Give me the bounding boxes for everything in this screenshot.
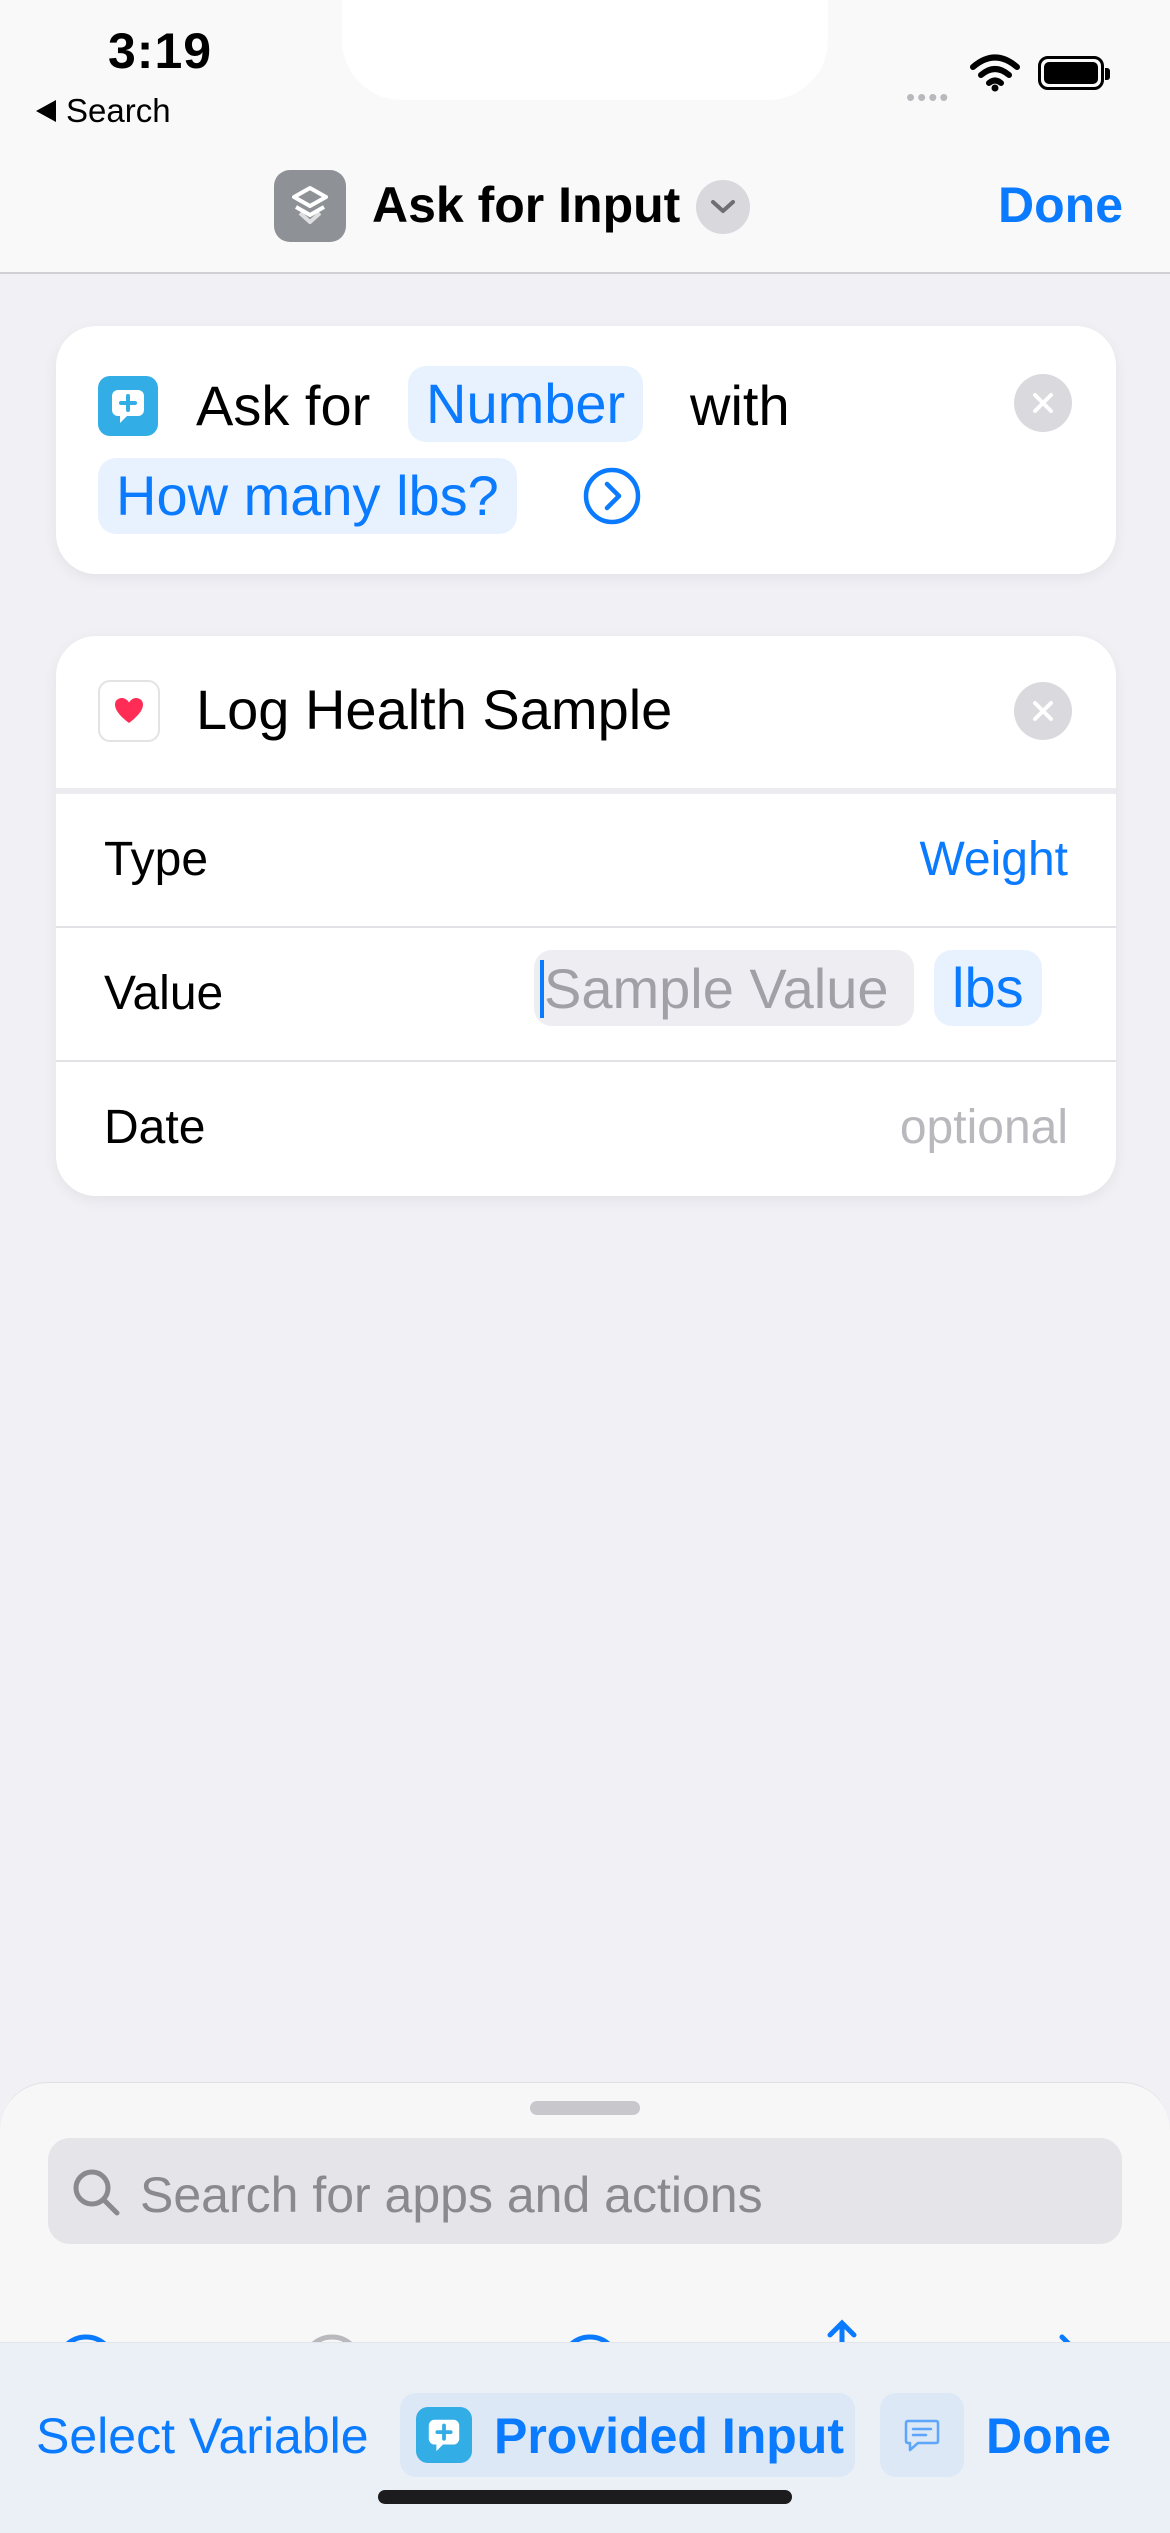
status-bar: 3:19 Search •••• <box>0 0 1170 140</box>
value-label: Value <box>104 967 224 1020</box>
sample-value-field[interactable]: Sample Value <box>534 950 914 1026</box>
wifi-icon <box>970 54 1020 92</box>
remove-action-button[interactable] <box>1014 374 1072 432</box>
search-icon <box>73 2169 120 2216</box>
back-triangle-icon <box>36 100 56 122</box>
page-title[interactable]: Ask for Input <box>372 176 680 234</box>
comment-button[interactable] <box>880 2393 964 2477</box>
unit-chip[interactable]: lbs <box>934 950 1042 1026</box>
date-placeholder[interactable]: optional <box>900 1100 1068 1155</box>
ask-for-text: Ask for <box>196 374 371 437</box>
select-variable-button[interactable]: Select Variable <box>36 2407 369 2465</box>
back-to-search-button[interactable]: Search <box>36 92 171 130</box>
prompt-chip[interactable]: How many lbs? <box>98 458 517 534</box>
provided-input-label: Provided Input <box>494 2408 844 2464</box>
type-value[interactable]: Weight <box>919 832 1068 887</box>
heart-icon <box>98 680 160 742</box>
chevron-down-icon[interactable] <box>696 180 750 234</box>
status-time: 3:19 <box>108 23 213 79</box>
chevron-right-circle-icon[interactable] <box>582 466 642 531</box>
battery-icon <box>1038 56 1110 90</box>
back-label: Search <box>66 92 171 129</box>
remove-action-button[interactable] <box>1014 682 1072 740</box>
sheet-grabber[interactable] <box>530 2101 640 2115</box>
type-row[interactable]: Type Weight <box>56 794 1116 926</box>
value-row[interactable]: Value Sample Value lbs <box>56 928 1116 1060</box>
ask-input-icon <box>98 376 158 436</box>
done-button[interactable]: Done <box>998 176 1123 234</box>
input-type-chip[interactable]: Number <box>408 366 644 442</box>
ask-for-input-action-card[interactable]: Ask for Number with How many lbs? <box>56 326 1116 574</box>
signal-dots-icon: •••• <box>906 82 951 112</box>
action-title: Log Health Sample <box>196 678 673 741</box>
ask-input-icon <box>416 2407 472 2463</box>
sample-value-placeholder: Sample Value <box>544 957 889 1020</box>
provided-input-button[interactable]: Provided Input <box>400 2393 855 2477</box>
close-icon <box>1033 701 1053 721</box>
variable-toolbar: Select Variable Provided Input Done <box>0 2342 1170 2533</box>
close-icon <box>1033 393 1053 413</box>
home-indicator[interactable] <box>378 2490 792 2504</box>
with-text: with <box>690 374 790 437</box>
comment-icon <box>904 2419 940 2452</box>
date-row[interactable]: Date optional <box>56 1062 1116 1194</box>
date-label: Date <box>104 1101 206 1154</box>
search-placeholder: Search for apps and actions <box>140 2167 763 2223</box>
toolbar-done-button[interactable]: Done <box>986 2407 1111 2465</box>
shortcuts-icon[interactable] <box>274 170 346 242</box>
log-health-sample-action-card[interactable]: Log Health Sample Type Weight Value Samp… <box>56 636 1116 1196</box>
type-label: Type <box>104 833 209 886</box>
actions-search-field[interactable]: Search for apps and actions <box>48 2138 1122 2244</box>
notch <box>342 0 828 100</box>
